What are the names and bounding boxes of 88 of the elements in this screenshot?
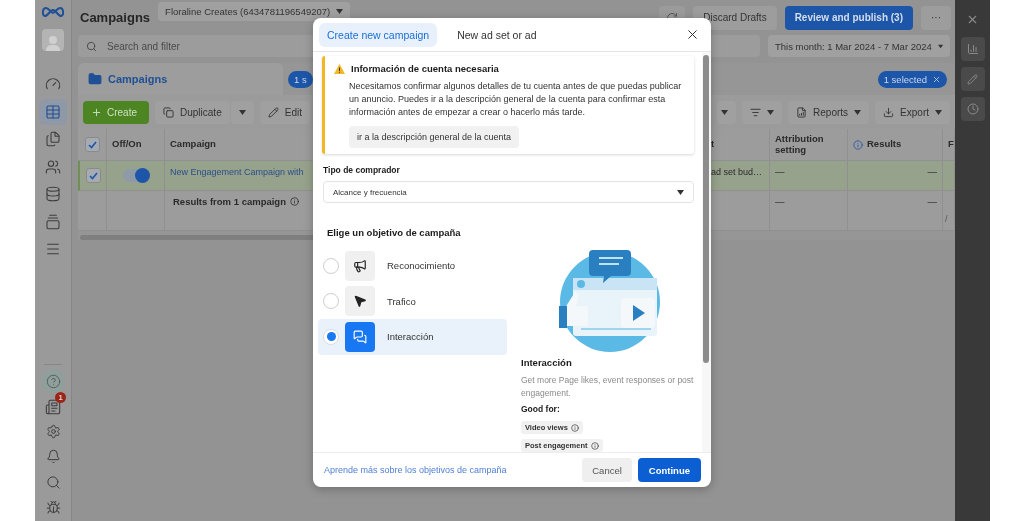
radio-button[interactable] — [323, 257, 339, 274]
good-for-label: Good for: — [521, 403, 561, 416]
reports-button[interactable]: Reports — [788, 100, 870, 124]
objective-title: Interacción — [521, 356, 573, 369]
notice-text: Necesitamos confirmar algunos detalles de tu cuenta antes de que puedas publicar un anuncio. Puedes ir a la descripción general de la cuenta para confirmar esta información antes de empezar a crear o hacerlo más tarde. — [349, 80, 683, 119]
plus-icon — [91, 106, 102, 118]
caret-icon — [935, 109, 942, 115]
close-icon — [932, 74, 941, 84]
radio-button[interactable] — [323, 328, 339, 345]
search-icon — [86, 40, 97, 52]
section-heading: Elige un objetivo de campaña — [327, 227, 462, 238]
help-icon[interactable] — [41, 369, 65, 393]
date-range-dropdown[interactable]: This month: 1 Mar 2024 - 7 Mar 2024 — [768, 35, 950, 57]
table-cell: — — [770, 161, 848, 191]
notice-title: Información de cuenta necesaria — [351, 63, 499, 74]
avatar-icon[interactable] — [42, 29, 64, 51]
edit-button[interactable]: Edit — [259, 100, 310, 124]
warning-icon — [334, 63, 345, 74]
caret-icon — [937, 43, 943, 49]
infinity-logo[interactable] — [42, 6, 64, 18]
nav-item[interactable] — [39, 98, 67, 125]
table-cell: — — [770, 191, 848, 231]
buyer-type-dropdown[interactable]: Alcance y frecuencia — [323, 181, 694, 203]
campaigns-tab[interactable]: Campaigns — [78, 63, 283, 95]
learn-more-link[interactable]: Aprende más sobre los objetivos de campaña — [324, 465, 507, 475]
pointer-icon — [345, 286, 375, 317]
caret-icon — [238, 109, 246, 115]
summary-label: Results from 1 campaign — [173, 197, 286, 208]
caret-icon — [854, 109, 862, 115]
breakdown-button[interactable] — [742, 100, 783, 124]
radio-button[interactable] — [323, 293, 339, 310]
dialog-tab[interactable]: New ad set or ad — [449, 22, 545, 47]
info-icon — [570, 423, 579, 432]
dialog-tab[interactable]: Create new campaign — [319, 22, 438, 47]
pencil-icon[interactable] — [960, 67, 985, 91]
selection-chip[interactable]: 1 selected — [877, 70, 947, 88]
report-icon — [796, 106, 808, 118]
caret-icon — [336, 9, 344, 14]
account-overview-button[interactable]: ir a la descripción general de la cuenta — [349, 126, 520, 148]
caret-icon — [767, 109, 775, 115]
columns-button[interactable] — [717, 100, 737, 124]
clock-icon[interactable] — [960, 97, 985, 121]
objective-option[interactable]: Interacción — [318, 319, 507, 355]
news-icon[interactable] — [45, 399, 61, 415]
scrollbar[interactable] — [703, 55, 709, 363]
checkbox[interactable] — [84, 137, 100, 152]
download-icon — [883, 106, 895, 118]
stack-icon — [45, 186, 61, 202]
bar-chart-icon[interactable] — [960, 37, 985, 61]
lines-icon — [750, 106, 762, 118]
layers-icon — [45, 213, 61, 230]
caret-icon — [721, 109, 729, 115]
count-badge: 1 s — [288, 70, 313, 88]
export-button[interactable]: Export — [875, 100, 950, 124]
publish-button[interactable]: Review and publish (3) — [784, 5, 913, 30]
pages-icon — [45, 131, 61, 147]
pencil-icon — [267, 106, 279, 118]
more-button[interactable]: ··· — [921, 5, 951, 30]
duplicate-button[interactable]: Duplicate — [155, 100, 230, 124]
check-icon — [88, 171, 98, 180]
search-placeholder: Search and filter — [107, 40, 180, 52]
objective-option[interactable]: Trafico — [318, 283, 507, 319]
create-button[interactable]: Create — [83, 100, 149, 124]
objective-description: Get more Page likes, event responses or post engagement. — [521, 374, 694, 400]
folder-icon — [88, 72, 102, 86]
table-cell: — — [848, 191, 943, 231]
objective-option[interactable]: Reconocimiento — [318, 248, 507, 284]
people-icon — [45, 158, 61, 175]
field-label: Tipo de comprador — [323, 165, 401, 175]
gauge-icon — [45, 76, 61, 92]
page-title: Campaigns — [80, 10, 151, 25]
info-icon — [290, 197, 299, 206]
table-cell: — — [848, 161, 943, 191]
continue-button[interactable]: Continue — [637, 458, 701, 482]
checkbox[interactable] — [85, 168, 101, 183]
menu-icon — [45, 241, 61, 257]
info-icon — [590, 441, 599, 450]
caret-icon — [677, 189, 684, 195]
info-icon — [853, 139, 863, 150]
toggle-switch[interactable] — [122, 169, 149, 182]
check-icon — [87, 140, 97, 149]
copy-icon — [163, 106, 174, 118]
table-icon — [45, 103, 61, 120]
dropdown-button[interactable] — [230, 100, 254, 124]
account-dropdown[interactable]: Floraline Creates (6434781196549207) — [158, 2, 351, 21]
chat-bubbles-icon — [345, 321, 375, 352]
cancel-button[interactable]: Cancel — [582, 458, 632, 482]
megaphone-icon — [345, 250, 375, 281]
